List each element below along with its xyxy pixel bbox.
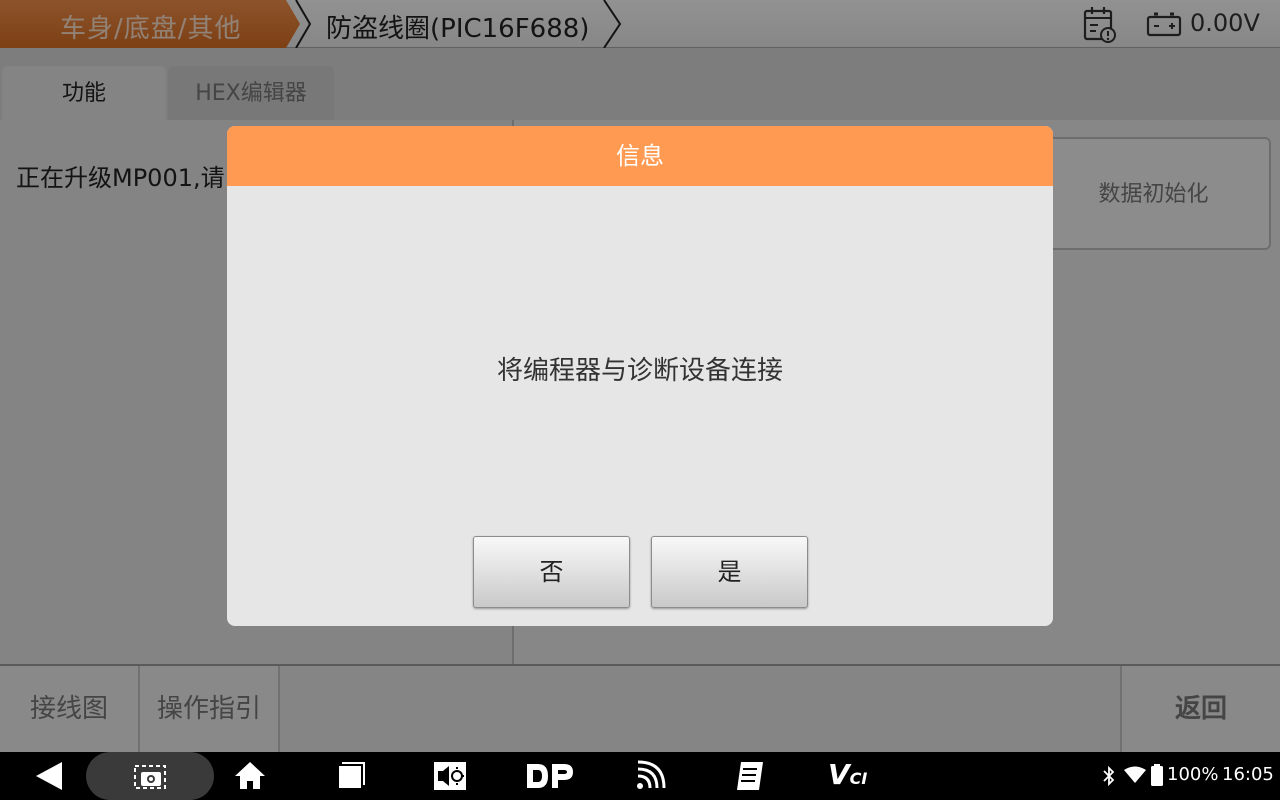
screenshot-icon[interactable] <box>132 752 168 800</box>
vci-icon[interactable]: VCI <box>828 758 867 800</box>
home-icon[interactable] <box>232 752 268 800</box>
vci-subscript: CI <box>849 769 868 788</box>
recent-apps-icon[interactable] <box>332 752 368 800</box>
vci-letter: V <box>828 758 850 791</box>
dialog-message: 将编程器与诊断设备连接 <box>496 356 783 386</box>
bluetooth-icon <box>1103 765 1115 787</box>
wifi-icon[interactable] <box>632 752 668 800</box>
info-dialog: 信息 将编程器与诊断设备连接 否 是 <box>227 126 1053 626</box>
dialog-title: 信息 <box>227 126 1053 186</box>
brightness-icon[interactable] <box>432 752 468 800</box>
notes-icon[interactable] <box>732 752 768 800</box>
wifi-signal-icon <box>1124 766 1146 783</box>
diagnostic-app: 车身/底盘/其他 防盗线圈(PIC16F688) 0.00V 功能 HEX编辑器… <box>0 0 1280 800</box>
dp-icon[interactable] <box>524 752 576 800</box>
battery-icon <box>1151 764 1163 786</box>
battery-percent: 100% <box>1167 764 1219 785</box>
clock: 16:05 <box>1222 764 1274 785</box>
yes-button[interactable]: 是 <box>651 536 808 608</box>
no-button[interactable]: 否 <box>473 536 630 608</box>
back-icon[interactable] <box>32 752 68 800</box>
